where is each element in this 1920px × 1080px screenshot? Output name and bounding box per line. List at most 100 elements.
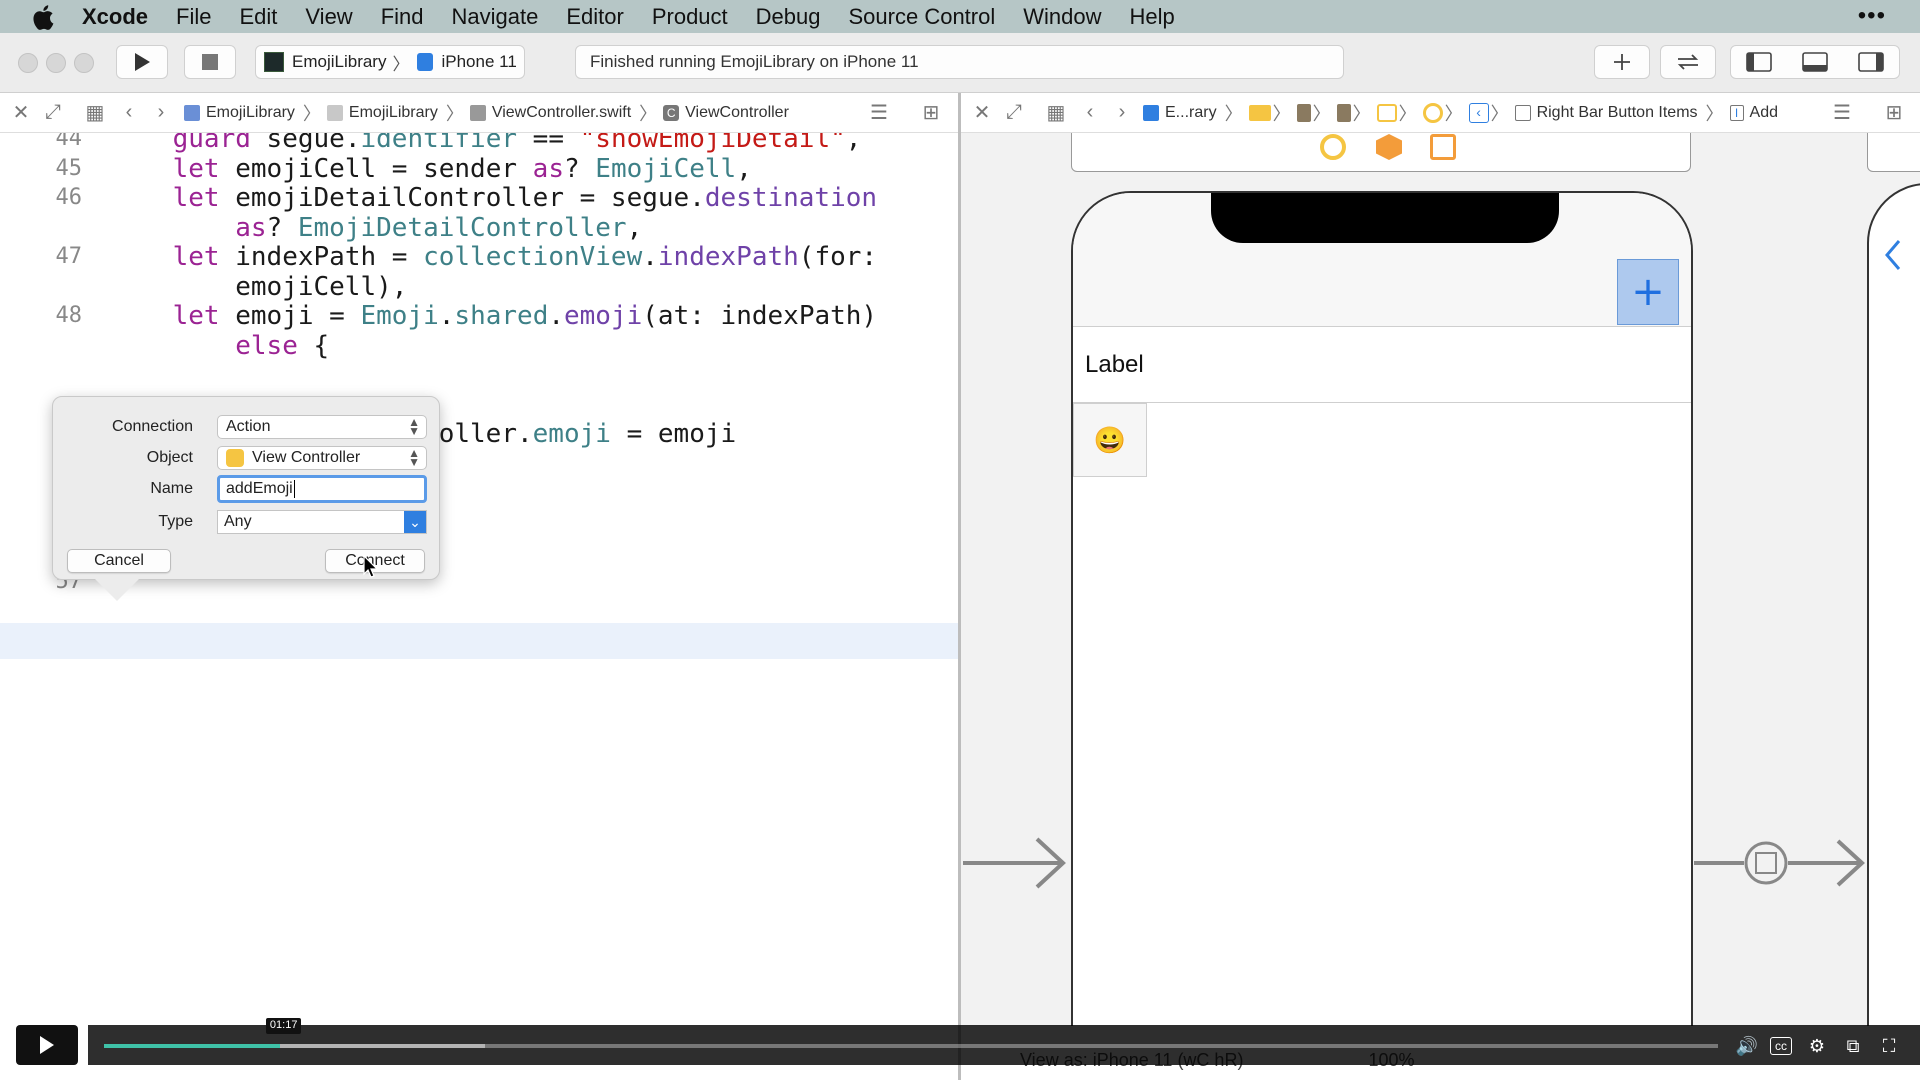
current-line-highlight — [0, 623, 958, 659]
editor-options-icon[interactable]: ☰ — [866, 100, 892, 126]
back-icon[interactable]: ‹ — [116, 100, 142, 126]
chevron-right-icon: 〉 — [1352, 103, 1371, 124]
back-icon[interactable]: ‹ — [1077, 100, 1103, 126]
code-review-button[interactable] — [1660, 45, 1716, 79]
crumb-project[interactable]: EmojiLibrary — [184, 104, 295, 122]
add-editor-icon[interactable]: ⊞ — [918, 100, 944, 126]
chevron-down-icon[interactable]: ⌄ — [404, 511, 426, 533]
code-token: . — [642, 242, 658, 272]
crumb-class[interactable]: C ViewController — [663, 104, 789, 122]
apple-logo-icon[interactable] — [28, 2, 58, 32]
menu-help[interactable]: Help — [1130, 4, 1175, 30]
crumb-bar-button-items[interactable]: Right Bar Button Items — [1514, 104, 1698, 122]
close-editor-icon[interactable]: ✕ — [969, 100, 995, 126]
menu-editor[interactable]: Editor — [566, 4, 623, 30]
code-token: else — [235, 330, 298, 361]
related-items-icon[interactable]: ▦ — [1043, 100, 1069, 126]
type-combo[interactable]: Any ⌄ — [217, 510, 427, 534]
picture-in-picture-icon[interactable]: ⧉ — [1840, 1033, 1866, 1059]
crumb-project[interactable]: E...rary — [1143, 104, 1217, 122]
captions-icon[interactable]: cc — [1770, 1037, 1792, 1055]
add-editor-icon[interactable]: ⊞ — [1881, 100, 1907, 126]
forward-icon[interactable]: › — [148, 100, 174, 126]
inspector-toggle-icon[interactable] — [1858, 52, 1884, 72]
collection-view-cell[interactable]: 😀 — [1073, 403, 1147, 477]
name-field[interactable]: addEmoji — [217, 475, 427, 503]
xcode-window: Xcode File Edit View Find Navigate Edito… — [0, 0, 1920, 1080]
video-play-button[interactable] — [16, 1025, 78, 1065]
crumb-file[interactable]: ViewController.swift — [469, 104, 631, 122]
crumb-add-item[interactable]: I Add — [1729, 104, 1778, 122]
minimize-window-button[interactable] — [46, 53, 66, 73]
code-token: EmojiDetailController — [297, 212, 627, 243]
connection-select[interactable]: Action ▲ ▼ — [217, 415, 427, 439]
stop-icon — [202, 54, 218, 70]
volume-icon[interactable]: 🔊 — [1734, 1033, 1760, 1059]
navigator-toggle-icon[interactable] — [1746, 52, 1772, 72]
object-row: Object View Controller ▲ ▼ — [53, 444, 441, 472]
editor-options-icon[interactable]: ☰ — [1829, 100, 1855, 126]
run-button[interactable] — [116, 45, 168, 79]
forward-icon[interactable]: › — [1109, 100, 1135, 126]
related-items-icon[interactable]: ▦ — [82, 100, 108, 126]
cancel-button[interactable]: Cancel — [67, 549, 171, 573]
code-token: emojiCell = sender — [219, 153, 533, 184]
scheme-selector[interactable]: EmojiLibrary 〉 iPhone 11 — [255, 45, 525, 79]
first-responder-icon[interactable] — [1376, 134, 1402, 160]
menu-debug[interactable]: Debug — [756, 4, 821, 30]
debug-area-toggle-icon[interactable] — [1802, 52, 1828, 72]
code-token: indexPath — [657, 242, 799, 272]
video-control-bar: 🔊 cc ⚙ ⧉ ⛶ — [88, 1025, 1920, 1065]
code-token: shared — [454, 301, 549, 331]
menu-navigate[interactable]: Navigate — [452, 4, 539, 30]
chevron-right-icon: 〉 — [1444, 103, 1463, 124]
menu-product[interactable]: Product — [652, 4, 728, 30]
label-view[interactable]: Label — [1073, 327, 1691, 403]
settings-gear-icon[interactable]: ⚙ — [1804, 1033, 1830, 1059]
navigation-item-icon[interactable]: ‹ — [1468, 102, 1489, 123]
detail-scene[interactable] — [1867, 183, 1920, 1026]
menu-window[interactable]: Window — [1023, 4, 1101, 30]
type-label: Type — [158, 513, 193, 530]
more-dots-icon[interactable]: ••• — [1858, 2, 1886, 30]
view-controller-icon[interactable] — [1422, 102, 1443, 123]
menu-edit[interactable]: Edit — [239, 4, 277, 30]
menu-find[interactable]: Find — [381, 4, 424, 30]
close-editor-icon[interactable]: ✕ — [8, 100, 34, 126]
exit-icon[interactable] — [1430, 134, 1456, 160]
code-token: destination — [704, 183, 878, 213]
initial-scene-arrow-icon — [963, 837, 1066, 889]
menu-app-name[interactable]: Xcode — [82, 4, 148, 30]
progress-track[interactable] — [104, 1044, 1718, 1048]
code-text: else { — [110, 328, 329, 364]
played-bar — [104, 1044, 280, 1048]
menu-file[interactable]: File — [176, 4, 211, 30]
crumb-folder[interactable]: EmojiLibrary — [326, 104, 438, 122]
close-window-button[interactable] — [18, 53, 38, 73]
storyboard-file-icon[interactable] — [1296, 103, 1311, 122]
expand-icon[interactable]: ⤢ — [40, 100, 66, 126]
play-icon — [135, 53, 150, 71]
library-button[interactable] — [1594, 45, 1650, 79]
app-scheme-icon — [264, 52, 284, 72]
folder-icon[interactable] — [1248, 104, 1271, 121]
stop-button[interactable] — [184, 45, 236, 79]
zoom-window-button[interactable] — [74, 53, 94, 73]
storyboard-base-icon[interactable] — [1336, 103, 1351, 122]
menu-view[interactable]: View — [305, 4, 352, 30]
type-row: Type Any ⌄ — [53, 508, 441, 536]
menu-source-control[interactable]: Source Control — [849, 4, 996, 30]
view-controller-icon[interactable] — [1320, 134, 1346, 160]
scene-icon[interactable] — [1376, 103, 1397, 122]
add-bar-button[interactable]: + — [1617, 259, 1679, 325]
segue-arrow-icon[interactable] — [1694, 833, 1870, 893]
status-text: Finished running EmojiLibrary on iPhone … — [590, 52, 919, 71]
fullscreen-icon[interactable]: ⛶ — [1876, 1033, 1902, 1059]
view-controller-scene[interactable]: + Label 😀 — [1071, 191, 1693, 1026]
crumb-project-label: E...rary — [1165, 103, 1217, 121]
object-select[interactable]: View Controller ▲ ▼ — [217, 446, 427, 470]
chevron-right-icon: 〉 — [1705, 103, 1724, 124]
expand-icon[interactable]: ⤢ — [1001, 100, 1027, 126]
storyboard-canvas[interactable]: + Label 😀 — [961, 133, 1920, 1026]
